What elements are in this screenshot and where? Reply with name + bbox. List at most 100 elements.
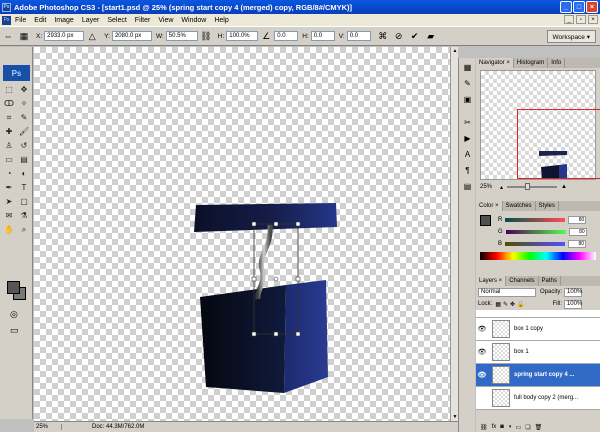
blue-slider[interactable] [505, 242, 566, 246]
tab-layers[interactable]: Layers × [476, 276, 507, 286]
tab-color[interactable]: Color × [476, 201, 503, 211]
menu-help[interactable]: Help [214, 17, 228, 24]
eyedropper-icon[interactable]: ⚗ [17, 209, 31, 222]
canvas-vertical-scrollbar[interactable]: ▲ ▼ [450, 47, 458, 421]
visibility-eye-icon[interactable]: 👁 [476, 371, 488, 379]
doc-close-button[interactable]: × [588, 15, 598, 24]
rotation-input[interactable]: 0.0 [274, 31, 299, 41]
green-slider[interactable] [505, 230, 566, 234]
close-button[interactable]: × [586, 1, 598, 13]
transform-center-point[interactable] [273, 276, 279, 282]
ps-logo[interactable]: Ps [3, 65, 30, 81]
tab-histogram[interactable]: Histogram [514, 58, 549, 68]
bridge-icon[interactable]: ▰ [425, 30, 437, 42]
zoom-out-icon[interactable]: ▴ [500, 184, 503, 191]
paragraph-panel-icon[interactable]: ¶ [461, 164, 474, 177]
history-panel-icon[interactable]: ✂ [461, 116, 474, 129]
tab-channels[interactable]: Channels [506, 276, 539, 286]
menu-window[interactable]: Window [181, 17, 206, 24]
tab-paths[interactable]: Paths [539, 276, 561, 286]
color-panel-fg-swatch[interactable] [480, 215, 491, 226]
zoom-tool-icon[interactable]: ⌕ [17, 223, 31, 236]
reference-point-icon[interactable]: ▦ [18, 30, 30, 42]
menu-layer[interactable]: Layer [82, 17, 100, 24]
blur-tool-icon[interactable]: ◔ [2, 167, 16, 180]
actions-panel-icon[interactable]: ▶ [461, 132, 474, 145]
crop-tool-icon[interactable]: ⌗ [2, 111, 16, 124]
eraser-tool-icon[interactable]: ▭ [2, 153, 16, 166]
red-slider[interactable] [505, 218, 566, 222]
slice-tool-icon[interactable]: ✎ [17, 111, 31, 124]
blue-value-input[interactable]: 80 [568, 240, 587, 248]
layer-style-icon[interactable]: fx [492, 424, 497, 430]
tab-swatches[interactable]: Swatches [503, 201, 536, 211]
link-layers-icon[interactable]: ⛓ [480, 424, 488, 431]
cancel-transform-icon[interactable]: ⊘ [393, 30, 405, 42]
menu-filter[interactable]: Filter [135, 17, 151, 24]
delete-layer-icon[interactable]: 🗑 [535, 424, 543, 431]
gradient-tool-icon[interactable]: ▤ [17, 153, 31, 166]
shape-tool-icon[interactable]: ▢ [17, 195, 31, 208]
quick-mask-icon[interactable]: ◎ [10, 309, 18, 320]
layer-comps-icon[interactable]: ▤ [461, 180, 474, 193]
layer-row-partial[interactable] [476, 310, 600, 318]
tool-presets-icon[interactable]: ✎ [461, 77, 474, 90]
doc-minimize-button[interactable]: _ [564, 15, 574, 24]
menu-image[interactable]: Image [54, 17, 73, 24]
tab-info[interactable]: Info [548, 58, 566, 68]
notes-tool-icon[interactable]: ✉ [2, 209, 16, 222]
navigator-view-box[interactable] [517, 109, 600, 179]
tab-navigator[interactable]: Navigator × [476, 58, 514, 68]
layer-row-spring-start-copy-4[interactable]: 👁 spring start copy 4 ... [476, 364, 600, 387]
vertical-skew-input[interactable]: 0.0 [346, 31, 371, 41]
scroll-up-arrow-icon[interactable]: ▲ [451, 47, 459, 55]
blend-mode-select[interactable]: Normal [478, 287, 536, 297]
pen-tool-icon[interactable]: ✒ [2, 181, 16, 194]
menu-view[interactable]: View [158, 17, 173, 24]
move-tool-icon[interactable]: ✥ [17, 83, 31, 96]
transform-handle[interactable] [273, 221, 279, 227]
menu-edit[interactable]: Edit [34, 17, 46, 24]
dodge-tool-icon[interactable]: ◐ [17, 167, 31, 180]
transform-handle[interactable] [295, 276, 301, 282]
transform-handle[interactable] [251, 221, 257, 227]
adjustment-layer-icon[interactable]: ◑ [508, 424, 512, 430]
color-spectrum-bar[interactable] [480, 252, 596, 260]
transform-handle[interactable] [251, 276, 257, 282]
marquee-tool-icon[interactable]: ⬚ [2, 83, 16, 96]
layer-mask-icon[interactable]: ◙ [500, 424, 504, 430]
y-position-input[interactable]: 2080.0 px [111, 31, 152, 41]
doc-restore-button[interactable]: ▫ [576, 15, 586, 24]
healing-brush-icon[interactable]: ✚ [2, 125, 16, 138]
lock-position-icon[interactable]: ✥ [510, 301, 515, 308]
clone-source-icon[interactable]: ▣ [461, 93, 474, 106]
lasso-tool-icon[interactable]: ↀ [2, 97, 16, 110]
clone-stamp-icon[interactable]: ♙ [2, 139, 16, 152]
menu-select[interactable]: Select [107, 17, 126, 24]
lock-image-icon[interactable]: ✎ [503, 301, 508, 308]
screen-mode-icon[interactable]: ▭ [10, 325, 19, 336]
fill-input[interactable]: 100% [563, 299, 582, 309]
lock-all-icon[interactable]: 🔒 [517, 301, 524, 308]
zoom-in-icon[interactable]: ▲ [561, 184, 567, 190]
zoom-level-field[interactable]: 25% [34, 424, 62, 430]
triangle-icon[interactable]: △ [86, 30, 98, 42]
visibility-eye-icon[interactable]: 👁 [476, 348, 488, 356]
new-layer-icon[interactable]: ❏ [525, 424, 530, 431]
commit-transform-icon[interactable]: ✔ [409, 30, 421, 42]
lock-transparency-icon[interactable]: ▦ [495, 301, 501, 308]
foreground-color-swatch[interactable] [7, 281, 20, 294]
history-brush-icon[interactable]: ↺ [17, 139, 31, 152]
red-value-input[interactable]: 80 [568, 216, 587, 224]
zoom-slider[interactable] [507, 183, 558, 190]
hand-tool-icon[interactable]: ✋ [2, 223, 16, 236]
magic-wand-icon[interactable]: ✧ [17, 97, 31, 110]
transform-handle[interactable] [273, 331, 279, 337]
link-icon[interactable]: ⛓ [200, 30, 212, 42]
horizontal-skew-input[interactable]: 0.0 [310, 31, 335, 41]
transform-tool-icon[interactable]: ⇔ [2, 30, 14, 42]
transform-handle[interactable] [251, 331, 257, 337]
new-group-icon[interactable]: ▭ [516, 424, 522, 431]
x-position-input[interactable]: 2933.0 px [44, 31, 85, 41]
layer-row-box-1-copy[interactable]: 👁 box 1 copy [476, 318, 600, 341]
